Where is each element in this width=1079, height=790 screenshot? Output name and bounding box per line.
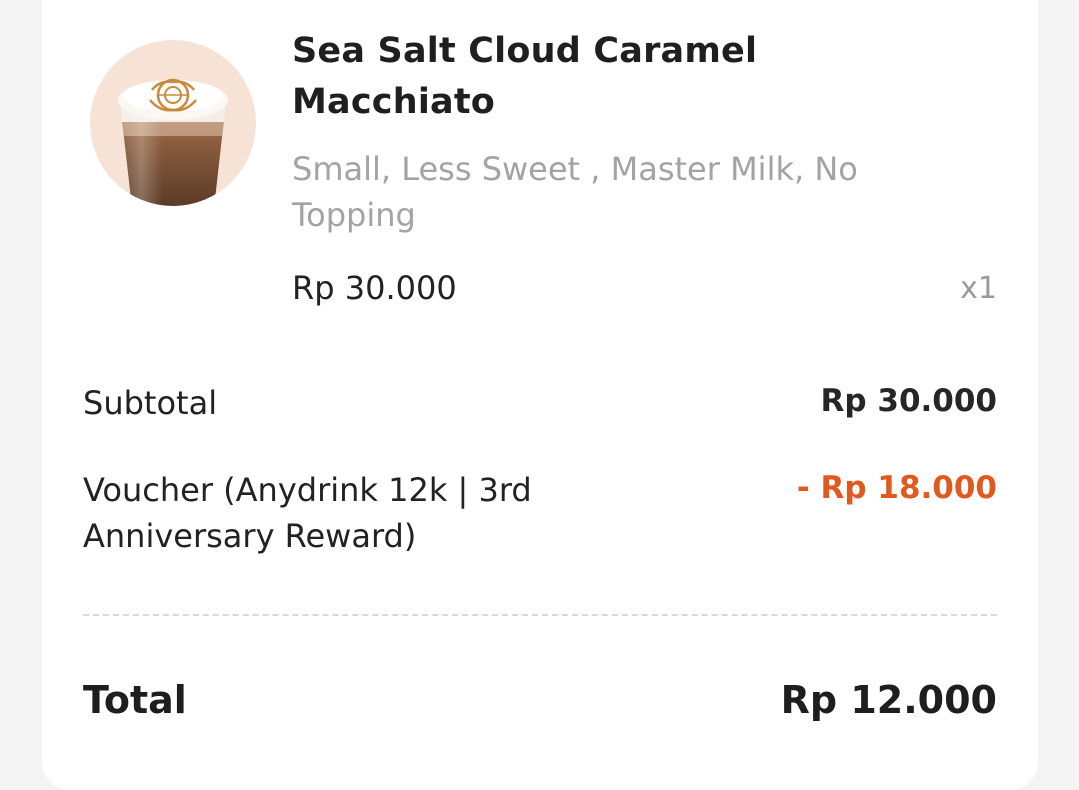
- total-label: Total: [83, 678, 187, 722]
- product-name: Sea Salt Cloud Caramel Macchiato: [292, 31, 758, 122]
- product-price: Rp 30.000: [292, 269, 457, 307]
- dashed-divider: [83, 614, 997, 616]
- product-image: [90, 40, 256, 206]
- product-quantity: x1: [960, 271, 997, 306]
- total-value: Rp 12.000: [780, 678, 997, 722]
- voucher-label: Voucher (Anydrink 12k | 3rd Anniversary …: [83, 471, 532, 555]
- product-options: Small, Less Sweet , Master Milk, No Topp…: [292, 150, 858, 234]
- voucher-discount-value: - Rp 18.000: [796, 470, 997, 506]
- caramel-macchiato-cup-icon: [118, 78, 228, 206]
- subtotal-value: Rp 30.000: [820, 383, 997, 419]
- subtotal-label: Subtotal: [83, 384, 218, 422]
